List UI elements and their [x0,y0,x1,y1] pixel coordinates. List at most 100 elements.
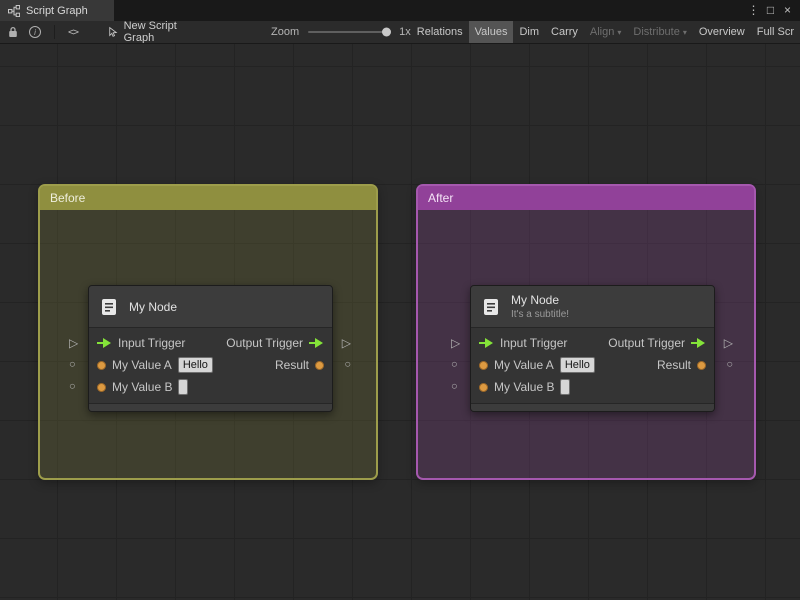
node-my-node-before[interactable]: My Node ▷ Input Trigger Output Trigger ▷… [69,285,351,412]
flow-port-icon[interactable] [97,338,112,348]
close-icon[interactable]: × [779,0,796,21]
external-value-port-icon[interactable]: ○ [726,359,733,371]
info-icon[interactable]: i [29,26,41,38]
external-value-port-icon[interactable]: ○ [69,359,76,371]
value-input-field[interactable] [178,379,189,395]
value-port-icon[interactable] [315,360,324,370]
zoom-slider-knob[interactable] [382,27,392,37]
result-port[interactable]: Result [657,358,706,372]
value-port-icon[interactable] [479,382,488,392]
output-trigger-port[interactable]: Output Trigger [226,336,324,350]
group-title: Before [50,191,86,205]
my-value-a-port[interactable]: My Value A Hello [479,357,595,373]
port-row: ▷ Input Trigger Output Trigger ▷ [451,332,733,354]
external-value-port-icon[interactable]: ○ [344,359,351,371]
group-before[interactable]: Before My Node ▷ Input Trigger Output Tr… [38,184,378,480]
port-row: ○ My Value A Hello Result ○ [69,354,351,376]
flow-port-icon[interactable] [479,338,494,348]
zoom-group: Zoom 1x [271,26,411,38]
port-row: ○ My Value B [69,376,332,398]
output-trigger-port[interactable]: Output Trigger [608,336,706,350]
value-port-icon[interactable] [97,382,106,392]
group-header[interactable]: Before [40,186,376,210]
graph-toolbar: i <> New Script Graph Zoom 1x Relations … [0,21,800,44]
group-header[interactable]: After [418,186,754,210]
port-label: Input Trigger [500,336,568,350]
node-body: ▷ Input Trigger Output Trigger ▷ ○ My Va… [451,328,733,398]
external-value-port-icon[interactable]: ○ [69,381,76,393]
port-label: Output Trigger [226,336,303,350]
button-carry[interactable]: Carry [545,21,584,43]
button-relations[interactable]: Relations [411,21,469,43]
value-port-icon[interactable] [479,360,488,370]
toolbar-separator [54,25,55,39]
my-value-a-port[interactable]: My Value A Hello [97,357,213,373]
group-title: After [428,191,454,205]
port-label: Output Trigger [608,336,685,350]
button-align[interactable]: Align ▾ [584,21,627,43]
pointer-icon [109,26,118,37]
node-my-node-after[interactable]: My Node It's a subtitle! ▷ Input Trigger… [451,285,733,412]
zoom-label: Zoom [271,26,300,38]
value-input-field[interactable]: Hello [177,357,213,373]
external-value-port-icon[interactable]: ○ [451,381,458,393]
kebab-menu-icon[interactable]: ⋮ [745,0,762,21]
value-input-field[interactable]: Hello [559,357,595,373]
button-fullscreen[interactable]: Full Scr [751,21,800,43]
node-icon [102,298,116,315]
node-title: My Node [511,293,560,307]
flow-port-icon[interactable] [691,338,706,348]
toolbar-buttons: Relations Values Dim Carry Align ▾ Distr… [411,21,800,43]
port-label: My Value B [494,380,555,394]
tab-title: Script Graph [26,4,88,17]
external-flow-port-icon[interactable]: ▷ [342,337,351,349]
value-port-icon[interactable] [697,360,706,370]
external-value-port-icon[interactable]: ○ [451,359,458,371]
graph-name-group[interactable]: New Script Graph [108,21,199,43]
my-value-b-port[interactable]: My Value B [97,379,189,395]
node-titles: My Node [129,300,177,314]
input-trigger-port[interactable]: Input Trigger [97,336,185,350]
graph-canvas[interactable]: Before My Node ▷ Input Trigger Output Tr… [0,44,800,600]
button-values[interactable]: Values [468,21,514,43]
window-controls: ⋮ □ × [745,0,800,21]
toolbar-left-icons: i <> [0,25,79,39]
my-value-b-port[interactable]: My Value B [479,379,571,395]
node-icon [484,298,498,315]
result-port[interactable]: Result [275,358,324,372]
zoom-slider[interactable] [308,27,392,37]
zoom-value: 1x [399,26,411,38]
button-distribute[interactable]: Distribute ▾ [627,21,692,43]
external-flow-port-icon[interactable]: ▷ [724,337,733,349]
input-trigger-port[interactable]: Input Trigger [479,336,567,350]
value-input-field[interactable] [560,379,571,395]
group-after[interactable]: After My Node It's a subtitle! ▷ Input T… [416,184,756,480]
visual-scripting-icon [8,4,20,17]
tab-script-graph[interactable]: Script Graph [0,0,114,21]
port-row: ○ My Value A Hello Result ○ [451,354,733,376]
node-title: My Node [129,299,178,314]
chevron-down-icon: ▾ [617,27,622,37]
node-footer [89,403,332,411]
port-label: Result [656,358,691,372]
node-header[interactable]: My Node It's a subtitle! [471,286,714,328]
external-flow-port-icon[interactable]: ▷ [451,337,460,349]
chevron-down-icon: ▾ [682,27,687,37]
maximize-icon[interactable]: □ [762,0,779,21]
port-row: ▷ Input Trigger Output Trigger ▷ [69,332,351,354]
node-header[interactable]: My Node [89,286,332,328]
port-label: My Value A [494,358,554,372]
flow-port-icon[interactable] [309,338,324,348]
lock-icon[interactable] [8,26,18,38]
button-overview[interactable]: Overview [693,21,751,43]
button-dim[interactable]: Dim [513,21,545,43]
node-titles: My Node It's a subtitle! [511,293,569,320]
external-flow-port-icon[interactable]: ▷ [69,337,78,349]
value-port-icon[interactable] [97,360,106,370]
window-tab-bar: Script Graph ⋮ □ × [0,0,800,21]
port-label: Input Trigger [118,336,186,350]
node-footer [471,403,714,411]
port-label: Result [274,358,309,372]
button-align-label: Align [589,26,615,38]
code-view-icon[interactable]: <> [68,27,79,38]
